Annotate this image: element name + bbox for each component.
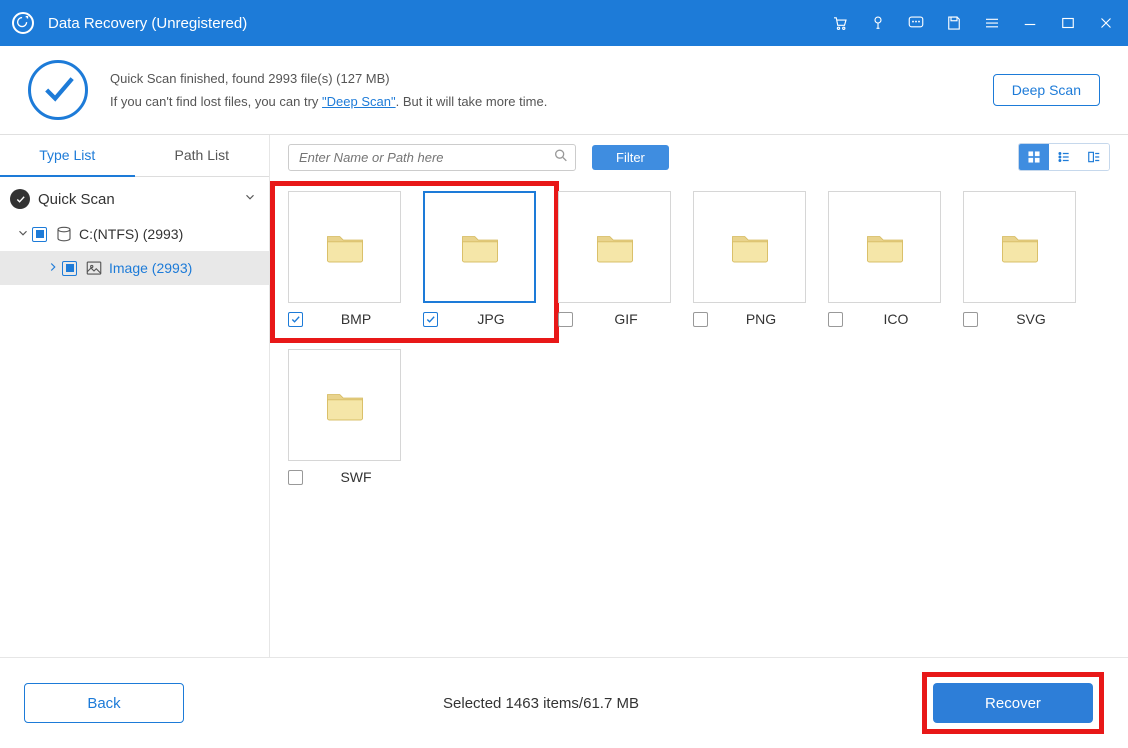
tree-drive[interactable]: C:(NTFS) (2993): [0, 217, 269, 251]
folder-card[interactable]: JPG: [423, 191, 536, 327]
view-list-button[interactable]: [1049, 144, 1079, 170]
folder-grid: BMP JPG GIF PNG ICO SVG SWF: [270, 179, 1128, 497]
image-icon: [85, 259, 103, 277]
selection-status: Selected 1463 items/61.7 MB: [443, 695, 639, 712]
save-icon[interactable]: [944, 13, 964, 33]
app-logo-icon: [12, 12, 34, 34]
tree-image[interactable]: Image (2993): [0, 251, 269, 285]
tab-type-list[interactable]: Type List: [0, 135, 135, 177]
card-label: SWF: [311, 469, 401, 485]
chevron-right-icon: [44, 260, 62, 277]
tristate-checkbox[interactable]: [32, 227, 47, 242]
folder-card[interactable]: GIF: [558, 191, 671, 327]
view-detail-button[interactable]: [1079, 144, 1109, 170]
folder-icon: [693, 191, 806, 303]
folder-card[interactable]: PNG: [693, 191, 806, 327]
filter-button[interactable]: Filter: [592, 145, 669, 170]
card-label: SVG: [986, 311, 1076, 327]
summary-line2: If you can't find lost files, you can tr…: [110, 90, 993, 113]
card-checkbox[interactable]: [963, 312, 978, 327]
check-circle-icon: [28, 60, 88, 120]
summary-line1: Quick Scan finished, found 2993 file(s) …: [110, 67, 993, 90]
key-icon[interactable]: [868, 13, 888, 33]
tab-path-list[interactable]: Path List: [135, 135, 270, 177]
app-title: Data Recovery (Unregistered): [48, 15, 247, 32]
folder-icon: [288, 191, 401, 303]
folder-card[interactable]: SVG: [963, 191, 1076, 327]
folder-icon: [828, 191, 941, 303]
folder-icon: [558, 191, 671, 303]
chevron-down-icon: [241, 190, 259, 208]
deep-scan-button[interactable]: Deep Scan: [993, 74, 1100, 106]
feedback-icon[interactable]: [906, 13, 926, 33]
sidebar: Type List Path List Quick Scan: [0, 135, 270, 657]
search-icon[interactable]: [553, 148, 569, 167]
view-grid-button[interactable]: [1019, 144, 1049, 170]
check-badge-icon: [10, 189, 30, 209]
scan-summary: Quick Scan finished, found 2993 file(s) …: [0, 46, 1128, 135]
title-bar: Data Recovery (Unregistered): [0, 0, 1128, 46]
recover-button[interactable]: Recover: [933, 683, 1093, 723]
close-icon[interactable]: [1096, 13, 1116, 33]
cart-icon[interactable]: [830, 13, 850, 33]
card-label: ICO: [851, 311, 941, 327]
card-checkbox[interactable]: [558, 312, 573, 327]
menu-icon[interactable]: [982, 13, 1002, 33]
tristate-checkbox[interactable]: [62, 261, 77, 276]
disk-icon: [55, 225, 73, 243]
folder-icon: [963, 191, 1076, 303]
card-label: PNG: [716, 311, 806, 327]
search-input[interactable]: [288, 144, 576, 171]
folder-icon: [288, 349, 401, 461]
folder-card[interactable]: ICO: [828, 191, 941, 327]
card-checkbox[interactable]: [693, 312, 708, 327]
folder-icon: [423, 191, 536, 303]
minimize-icon[interactable]: [1020, 13, 1040, 33]
card-label: JPG: [446, 311, 536, 327]
folder-card[interactable]: BMP: [288, 191, 401, 327]
card-checkbox[interactable]: [288, 470, 303, 485]
card-checkbox[interactable]: [828, 312, 843, 327]
tree-quick-scan[interactable]: Quick Scan: [0, 181, 269, 217]
card-checkbox[interactable]: [423, 312, 438, 327]
content-area: Filter BMP JPG GIF PNG: [270, 135, 1128, 657]
card-label: GIF: [581, 311, 671, 327]
folder-card[interactable]: SWF: [288, 349, 401, 485]
card-label: BMP: [311, 311, 401, 327]
back-button[interactable]: Back: [24, 683, 184, 723]
deep-scan-link[interactable]: "Deep Scan": [322, 94, 396, 109]
maximize-icon[interactable]: [1058, 13, 1078, 33]
annotation-highlight: Recover: [922, 672, 1104, 734]
chevron-down-icon: [14, 226, 32, 243]
footer: Back Selected 1463 items/61.7 MB Recover: [0, 657, 1128, 748]
card-checkbox[interactable]: [288, 312, 303, 327]
